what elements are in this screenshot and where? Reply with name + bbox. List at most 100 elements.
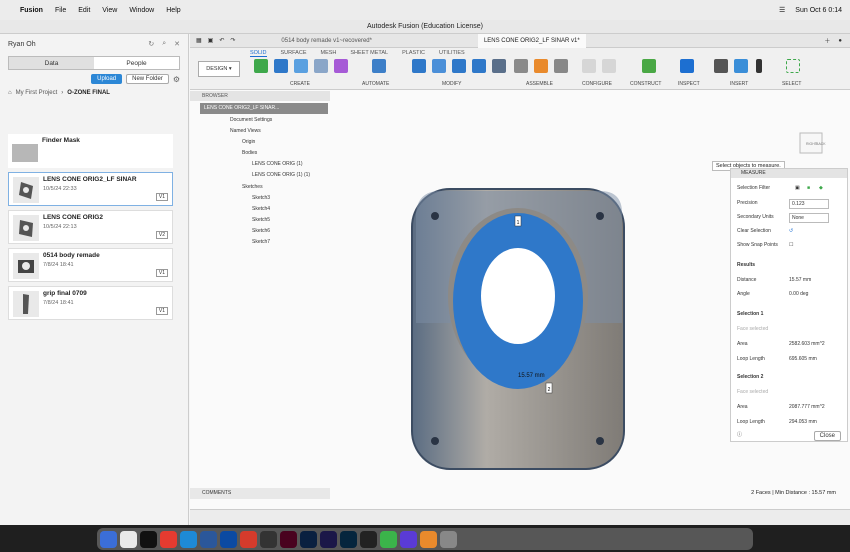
group-assemble[interactable]: ASSEMBLE — [526, 81, 553, 87]
profile-icon[interactable]: ● — [838, 38, 842, 44]
browser-title[interactable]: BROWSER — [190, 91, 330, 101]
browser-item[interactable]: Document Settings — [230, 115, 272, 126]
gear-icon[interactable]: ⚙ — [173, 75, 180, 84]
info-icon[interactable]: ⓘ — [737, 431, 742, 438]
add-tab-icon[interactable]: ＋ — [824, 36, 830, 45]
viewcube-back[interactable]: BACK — [816, 142, 826, 146]
browser-item[interactable]: Sketch6 — [252, 226, 270, 237]
premiere-icon[interactable] — [320, 530, 337, 548]
group-create[interactable]: CREATE — [290, 81, 310, 87]
menu-help[interactable]: Help — [166, 7, 180, 14]
insert-canvas-icon[interactable] — [734, 59, 748, 73]
filter-body-icon[interactable]: ■ — [807, 183, 810, 193]
comments-panel[interactable]: COMMENTS — [190, 488, 330, 499]
browser-item[interactable]: Bodies — [242, 148, 257, 159]
finder-icon[interactable] — [100, 530, 117, 548]
select-icon[interactable] — [786, 59, 800, 73]
resolve-icon[interactable] — [260, 530, 277, 548]
secondary-units-select[interactable]: None — [789, 213, 829, 223]
fusion-icon[interactable] — [420, 530, 437, 548]
refresh-icon[interactable]: ↻ — [148, 40, 154, 48]
messages-icon[interactable] — [380, 530, 397, 548]
shell-icon[interactable] — [472, 59, 486, 73]
insert-derive-icon[interactable] — [714, 59, 728, 73]
list-item-folder[interactable]: Finder Mask — [8, 134, 173, 168]
new-component-icon[interactable] — [534, 59, 548, 73]
close-button[interactable]: Close — [813, 431, 841, 441]
notion-icon[interactable] — [140, 530, 157, 548]
workspace-dropdown[interactable]: DESIGN ▾ — [198, 61, 240, 77]
doc-tab-2[interactable]: LENS CONE ORIG2_LF SINAR v1* — [477, 33, 586, 48]
trash-icon[interactable] — [440, 530, 457, 548]
redo-icon[interactable]: ↷ — [230, 37, 235, 44]
automate-icon[interactable] — [372, 59, 386, 73]
browser-item[interactable]: Sketch4 — [252, 204, 270, 215]
tab-sheet-metal[interactable]: SHEET METAL — [350, 50, 388, 57]
form-icon[interactable] — [334, 59, 348, 73]
joint-icon[interactable] — [514, 59, 528, 73]
menu-window[interactable]: Window — [129, 7, 154, 14]
group-construct[interactable]: CONSTRUCT — [630, 81, 661, 87]
search-icon[interactable]: ⌕ — [162, 40, 166, 48]
tab-people[interactable]: People — [94, 57, 179, 69]
results-section[interactable]: Results — [737, 260, 841, 270]
create-sketch-icon[interactable] — [254, 59, 268, 73]
browser-item[interactable]: LENS CONE ORIG (1) (1) — [252, 170, 310, 181]
breadcrumb-root[interactable]: My First Project — [16, 90, 58, 96]
browser-item[interactable]: LENS CONE ORIG (1) — [252, 159, 303, 170]
upload-button[interactable]: Upload — [91, 74, 123, 84]
extrude-icon[interactable] — [274, 59, 288, 73]
user-name[interactable]: Ryan Oh — [8, 41, 36, 48]
app-icon[interactable] — [220, 530, 237, 548]
tab-solid[interactable]: SOLID — [250, 50, 267, 57]
chamfer-icon[interactable] — [452, 59, 466, 73]
menu-view[interactable]: View — [102, 7, 117, 14]
grid-icon[interactable]: ▦ — [196, 37, 202, 44]
home-icon[interactable]: ⌂ — [8, 90, 12, 96]
insert-decal-icon[interactable] — [756, 59, 762, 73]
timeline[interactable] — [190, 509, 850, 525]
hole-icon[interactable] — [314, 59, 328, 73]
tab-utilities[interactable]: UTILITIES — [439, 50, 465, 57]
word-icon[interactable] — [200, 530, 217, 548]
measure-icon[interactable] — [680, 59, 694, 73]
menu-app[interactable]: Fusion — [20, 7, 43, 14]
fillet-icon[interactable] — [432, 59, 446, 73]
clock[interactable]: Sun Oct 6 0:14 — [795, 7, 842, 14]
browser-item[interactable]: Sketch5 — [252, 215, 270, 226]
browser-item[interactable]: Sketches — [242, 182, 263, 193]
list-item[interactable]: LENS CONE ORIG2_LF SINAR 10/5/24 22:33 V… — [8, 172, 173, 206]
filter-component-icon[interactable]: ◆ — [819, 183, 823, 193]
move-icon[interactable] — [492, 59, 506, 73]
group-modify[interactable]: MODIFY — [442, 81, 461, 87]
as-built-joint-icon[interactable] — [554, 59, 568, 73]
browser-root[interactable]: LENS CONE ORIG2_LF SINAR... — [200, 103, 328, 114]
pdf-icon[interactable] — [240, 530, 257, 548]
clear-selection-button[interactable]: ↺ — [789, 226, 793, 236]
menu-edit[interactable]: Edit — [78, 7, 90, 14]
browser-item[interactable]: Sketch7 — [252, 237, 270, 248]
group-configure[interactable]: CONFIGURE — [582, 81, 612, 87]
group-insert[interactable]: INSERT — [730, 81, 748, 87]
configure-icon[interactable] — [582, 59, 596, 73]
selection1-section[interactable]: Selection 1 — [737, 309, 841, 319]
group-select[interactable]: SELECT — [782, 81, 801, 87]
lightroom-icon[interactable] — [300, 530, 317, 548]
tab-data[interactable]: Data — [9, 57, 94, 69]
menu-file[interactable]: File — [55, 7, 66, 14]
offset-plane-icon[interactable] — [642, 59, 656, 73]
bear-icon[interactable] — [360, 530, 377, 548]
chrome-icon[interactable] — [160, 530, 177, 548]
selection2-section[interactable]: Selection 2 — [737, 372, 841, 382]
revolve-icon[interactable] — [294, 59, 308, 73]
snap-checkbox[interactable]: ☐ — [789, 240, 793, 250]
browser-item[interactable]: Origin — [242, 137, 255, 148]
tab-plastic[interactable]: PLASTIC — [402, 50, 425, 57]
configure-table-icon[interactable] — [602, 59, 616, 73]
indesign-icon[interactable] — [280, 530, 297, 548]
new-folder-button[interactable]: New Folder — [126, 74, 169, 84]
undo-icon[interactable]: ↶ — [219, 37, 224, 44]
doc-tab-1[interactable]: 0514 body remade v1~recovered* — [275, 34, 378, 48]
tab-surface[interactable]: SURFACE — [281, 50, 307, 57]
filter-face-icon[interactable]: ▣ — [795, 183, 800, 193]
